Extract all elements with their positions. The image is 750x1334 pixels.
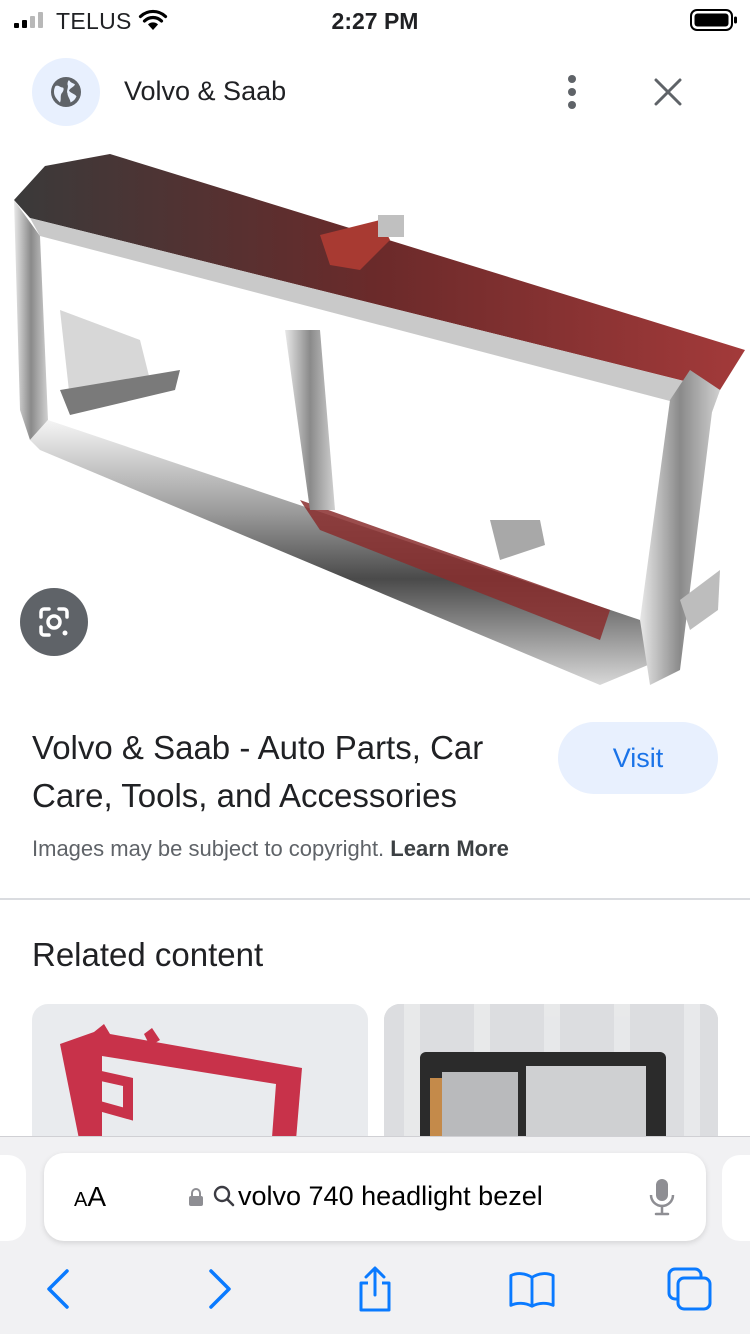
- copyright-text: Images may be subject to copyright.: [32, 836, 385, 861]
- lock-icon: [189, 1188, 203, 1206]
- headlight-bezel-image: [14, 154, 745, 685]
- site-favicon: [32, 58, 100, 126]
- forward-button[interactable]: [196, 1265, 244, 1313]
- related-content-heading: Related content: [32, 936, 264, 973]
- previous-tab-preview[interactable]: [0, 1155, 26, 1241]
- result-title[interactable]: Volvo & Saab - Auto Parts, Car Care, Too…: [32, 724, 542, 820]
- clock: 2:27 PM: [331, 8, 419, 34]
- tabs-button[interactable]: [666, 1265, 714, 1313]
- close-button[interactable]: [646, 70, 690, 114]
- microphone-icon[interactable]: [648, 1177, 676, 1217]
- share-icon: [359, 1266, 391, 1312]
- result-image[interactable]: [0, 140, 750, 695]
- forward-icon: [209, 1269, 231, 1309]
- close-icon: [654, 78, 682, 106]
- more-vert-icon: [568, 75, 576, 109]
- copyright-notice: Images may be subject to copyright. Lear…: [32, 836, 509, 862]
- result-header: Volvo & Saab: [0, 56, 750, 128]
- address-bar[interactable]: AA volvo 740 headlight bezel: [44, 1153, 706, 1241]
- back-button[interactable]: [34, 1265, 82, 1313]
- share-button[interactable]: [351, 1265, 399, 1313]
- browser-toolbar: AA volvo 740 headlight bezel: [0, 1136, 750, 1334]
- divider: [0, 898, 750, 900]
- search-query: volvo 740 headlight bezel: [238, 1181, 543, 1211]
- back-icon: [47, 1269, 69, 1309]
- status-bar: TELUS 2:27 PM: [0, 0, 750, 40]
- bookmarks-button[interactable]: [508, 1265, 556, 1313]
- more-options-button[interactable]: [554, 70, 590, 114]
- bookmarks-icon: [509, 1272, 555, 1308]
- globe-icon: [51, 77, 81, 107]
- google-lens-button[interactable]: [20, 588, 88, 656]
- lens-icon: [39, 607, 69, 637]
- site-name: Volvo & Saab: [124, 76, 287, 106]
- search-icon: [213, 1185, 235, 1207]
- tabs-icon: [667, 1267, 712, 1311]
- visit-button[interactable]: Visit: [558, 722, 718, 794]
- battery-icon: [690, 9, 737, 31]
- learn-more-link[interactable]: Learn More: [390, 836, 509, 861]
- next-tab-preview[interactable]: [722, 1155, 750, 1241]
- text-size-button[interactable]: AA: [74, 1181, 106, 1213]
